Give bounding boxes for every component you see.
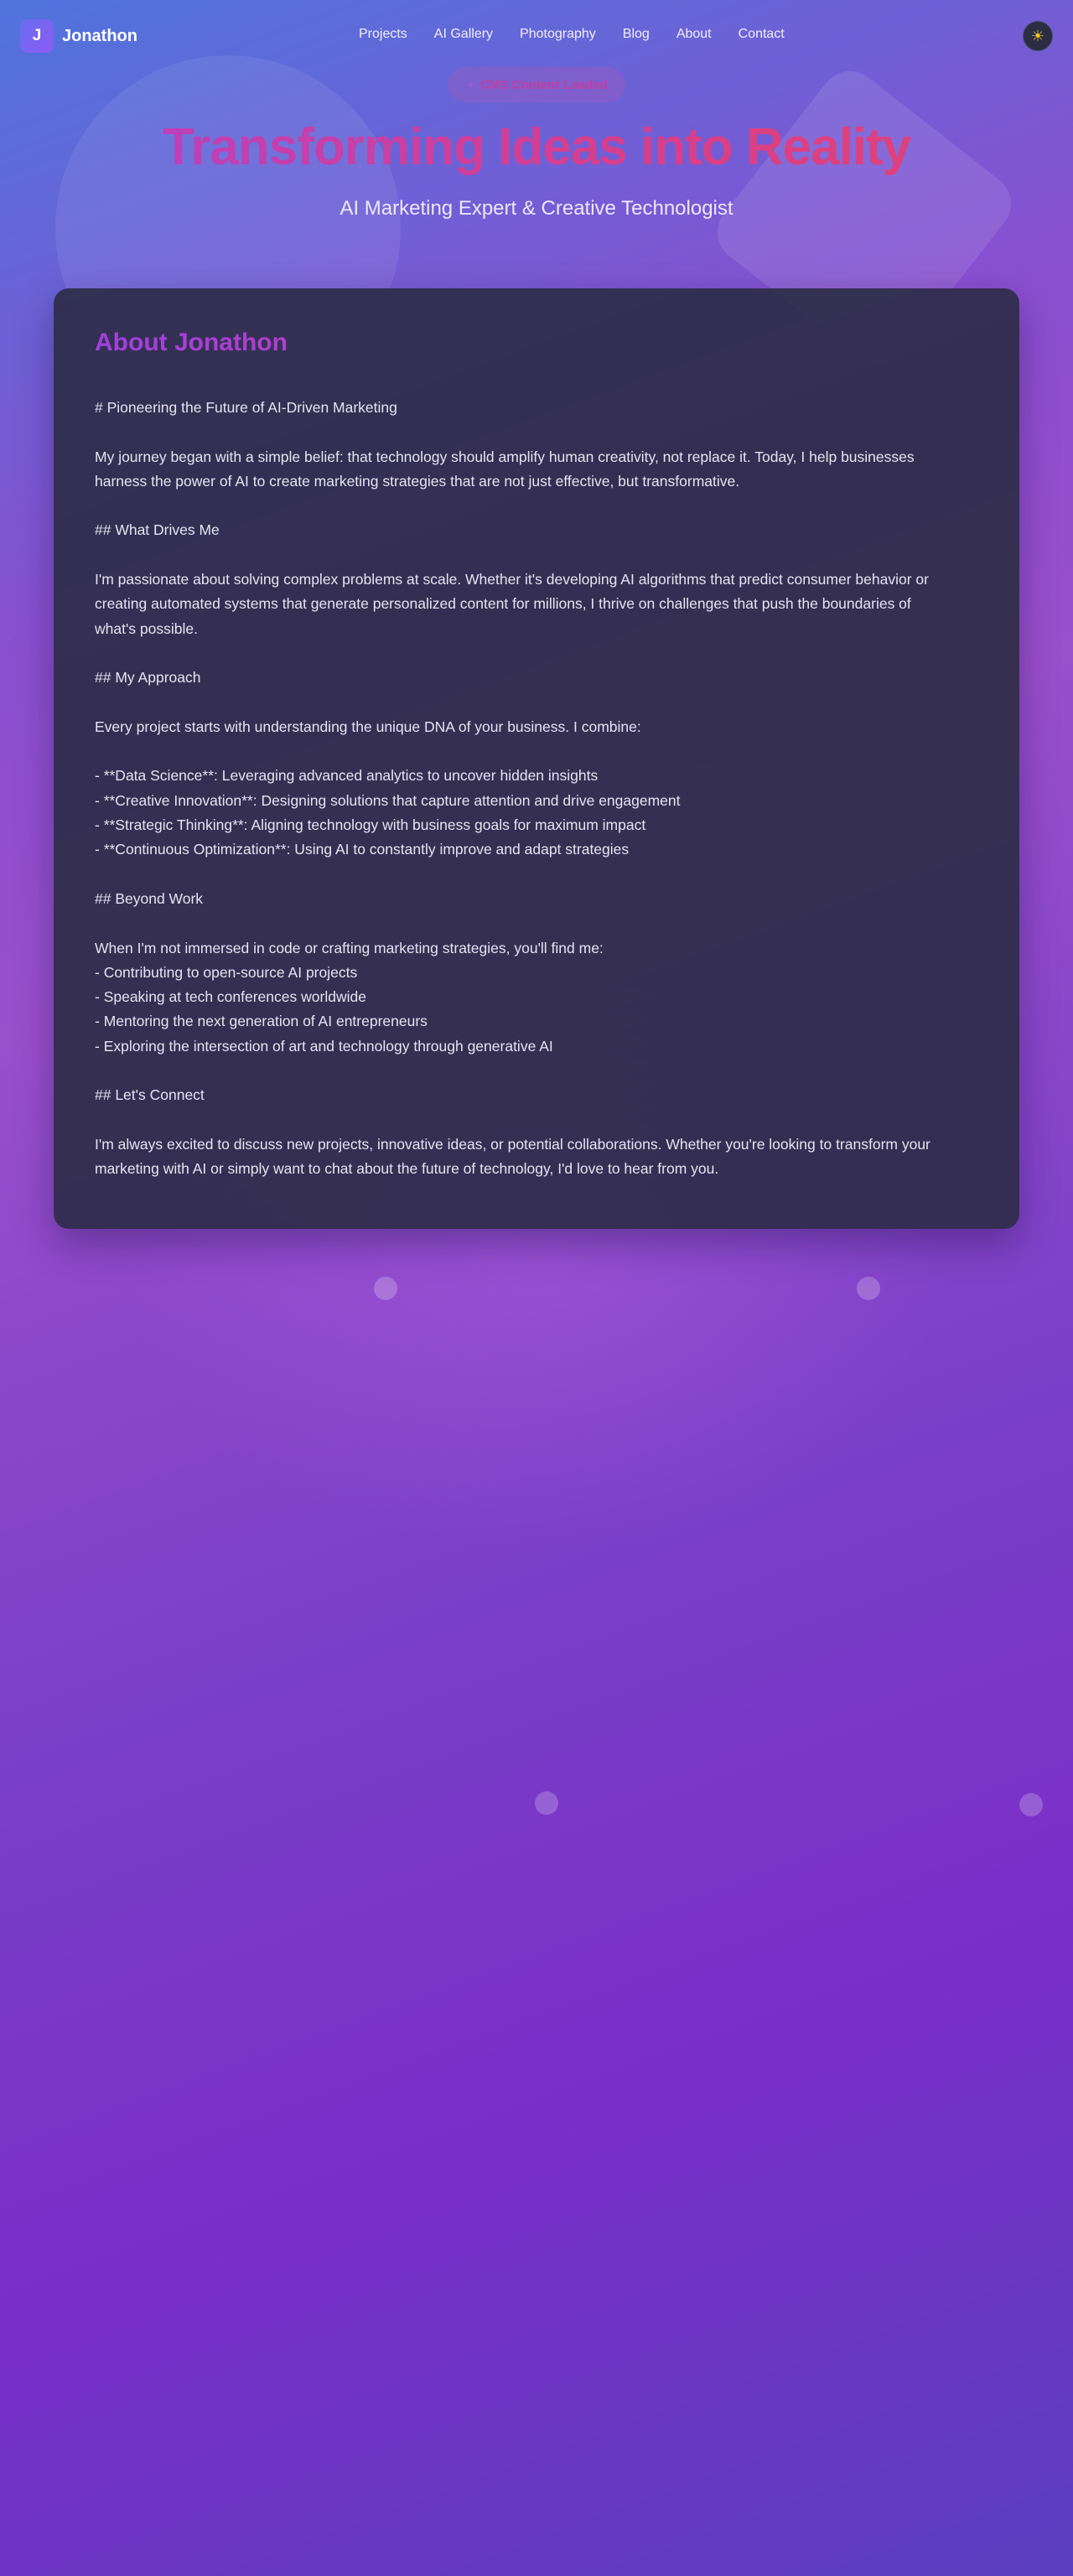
status-badge-text: CMS Content Loaded: [480, 77, 608, 92]
status-badge: ✦ CMS Content Loaded: [448, 67, 625, 102]
about-text-line: harness the power of AI to create market…: [95, 472, 740, 490]
about-text-line: [95, 543, 979, 568]
about-text-line: marketing with AI or simply want to chat…: [95, 1160, 719, 1178]
floating-dot: [1019, 1793, 1043, 1817]
about-content: # Pioneering the Future of AI-Driven Mar…: [95, 396, 979, 1182]
about-text-line: ## Let's Connect: [95, 1086, 205, 1104]
about-text-line: - Contributing to open-source AI project…: [95, 963, 358, 981]
logo-icon: J: [20, 19, 54, 53]
about-text-line: Every project starts with understanding …: [95, 718, 641, 735]
about-text-line: # Pioneering the Future of AI-Driven Mar…: [95, 399, 397, 416]
about-text-line: [95, 641, 979, 666]
hero-title: Transforming Ideas into Reality: [0, 117, 1073, 177]
floating-dot: [535, 1791, 558, 1815]
sun-icon: ☀: [1030, 27, 1045, 44]
about-text-line: I'm always excited to discuss new projec…: [95, 1135, 930, 1153]
about-text-line: ## What Drives Me: [95, 521, 220, 539]
nav-link-contact[interactable]: Contact: [739, 27, 785, 42]
about-text-line: [95, 911, 979, 936]
hero-subtitle: AI Marketing Expert & Creative Technolog…: [340, 197, 733, 220]
about-text-line: - Mentoring the next generation of AI en…: [95, 1013, 428, 1030]
brand-link[interactable]: J Jonathon: [20, 19, 137, 53]
nav-links: Projects AI Gallery Photography Blog Abo…: [359, 27, 811, 42]
about-text-line: When I'm not immersed in code or craftin…: [95, 939, 604, 956]
top-navigation: J Jonathon Projects AI Gallery Photograp…: [0, 0, 1073, 72]
about-text-line: what's possible.: [95, 619, 198, 637]
theme-toggle-button[interactable]: ☀: [1023, 21, 1053, 51]
about-card: About Jonathon # Pioneering the Future o…: [54, 288, 1019, 1229]
nav-link-about[interactable]: About: [676, 27, 712, 42]
about-text-line: ## My Approach: [95, 669, 201, 687]
about-text-line: [95, 1108, 979, 1133]
about-text-line: - **Strategic Thinking**: Aligning techn…: [95, 816, 646, 834]
brand-name: Jonathon: [62, 26, 137, 45]
about-text-line: - **Continuous Optimization**: Using AI …: [95, 841, 630, 858]
about-title: About Jonathon: [95, 329, 979, 357]
floating-dot: [374, 1277, 397, 1300]
about-text-line: ## Beyond Work: [95, 889, 204, 907]
about-text-line: [95, 420, 979, 444]
about-text-line: creating automated systems that generate…: [95, 595, 911, 613]
nav-link-photography[interactable]: Photography: [520, 27, 596, 42]
about-text-line: - **Data Science**: Leveraging advanced …: [95, 767, 599, 785]
floating-dot: [857, 1277, 880, 1300]
about-text-line: [95, 739, 979, 764]
about-text-line: [95, 863, 979, 887]
about-text-line: My journey began with a simple belief: t…: [95, 448, 915, 465]
nav-link-projects[interactable]: Projects: [359, 27, 407, 42]
about-text-line: I'm passionate about solving complex pro…: [95, 571, 929, 588]
about-text-line: - Speaking at tech conferences worldwide: [95, 988, 366, 1006]
about-text-line: [95, 494, 979, 518]
about-text-line: - **Creative Innovation**: Designing sol…: [95, 791, 681, 809]
about-text-line: - Exploring the intersection of art and …: [95, 1037, 553, 1055]
nav-link-blog[interactable]: Blog: [623, 27, 650, 42]
nav-link-ai-gallery[interactable]: AI Gallery: [434, 27, 493, 42]
about-text-line: [95, 1059, 979, 1083]
about-text-line: [95, 691, 979, 715]
sparkle-icon: ✦: [465, 77, 476, 91]
